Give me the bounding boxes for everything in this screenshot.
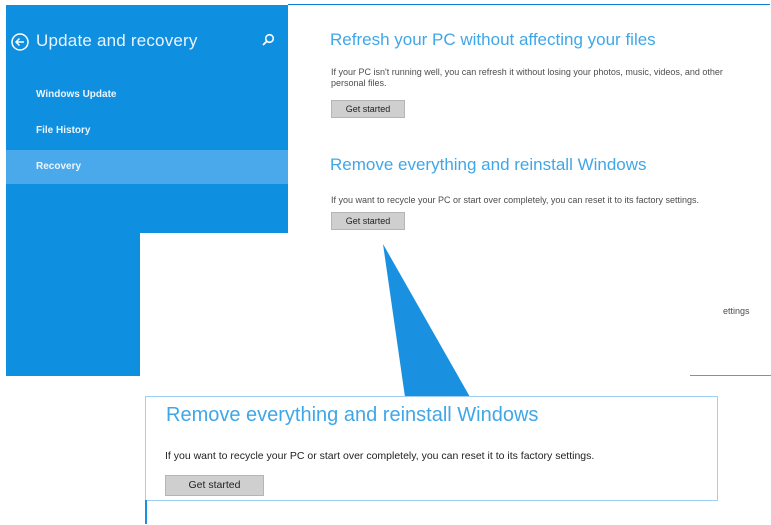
sidebar-item-windows-update[interactable]: Windows Update bbox=[6, 78, 288, 112]
sidebar-item-file-history[interactable]: File History bbox=[6, 114, 288, 148]
remove-everything-get-started-button[interactable]: Get started bbox=[331, 212, 405, 230]
sidebar-item-label: Windows Update bbox=[36, 89, 117, 100]
sidebar-item-label: File History bbox=[36, 125, 91, 136]
refresh-heading: Refresh your PC without affecting your f… bbox=[330, 30, 656, 49]
divider-line bbox=[690, 375, 771, 376]
search-icon[interactable] bbox=[261, 33, 275, 47]
sidebar-item-recovery[interactable]: Recovery bbox=[6, 150, 288, 184]
remove-everything-heading: Remove everything and reinstall Windows bbox=[330, 155, 647, 174]
callout-tick bbox=[145, 500, 147, 524]
back-arrow-icon[interactable] bbox=[11, 33, 29, 51]
remove-everything-description: If you want to recycle your PC or start … bbox=[331, 195, 699, 205]
refresh-description: If your PC isn't running well, you can r… bbox=[331, 67, 723, 88]
overlay-panel bbox=[140, 233, 713, 385]
zoom-heading: Remove everything and reinstall Windows bbox=[166, 404, 539, 426]
zoom-get-started-button[interactable]: Get started bbox=[165, 475, 264, 496]
sidebar-item-label: Recovery bbox=[36, 161, 82, 172]
zoom-description: If you want to recycle your PC or start … bbox=[165, 450, 595, 462]
sidebar-header: Update and recovery bbox=[11, 30, 281, 58]
zoom-callout: Remove everything and reinstall Windows … bbox=[145, 396, 718, 501]
top-divider bbox=[288, 4, 770, 5]
sidebar-title: Update and recovery bbox=[36, 31, 198, 50]
settings-text-fragment: ettings bbox=[723, 306, 750, 316]
refresh-get-started-button[interactable]: Get started bbox=[331, 100, 405, 118]
